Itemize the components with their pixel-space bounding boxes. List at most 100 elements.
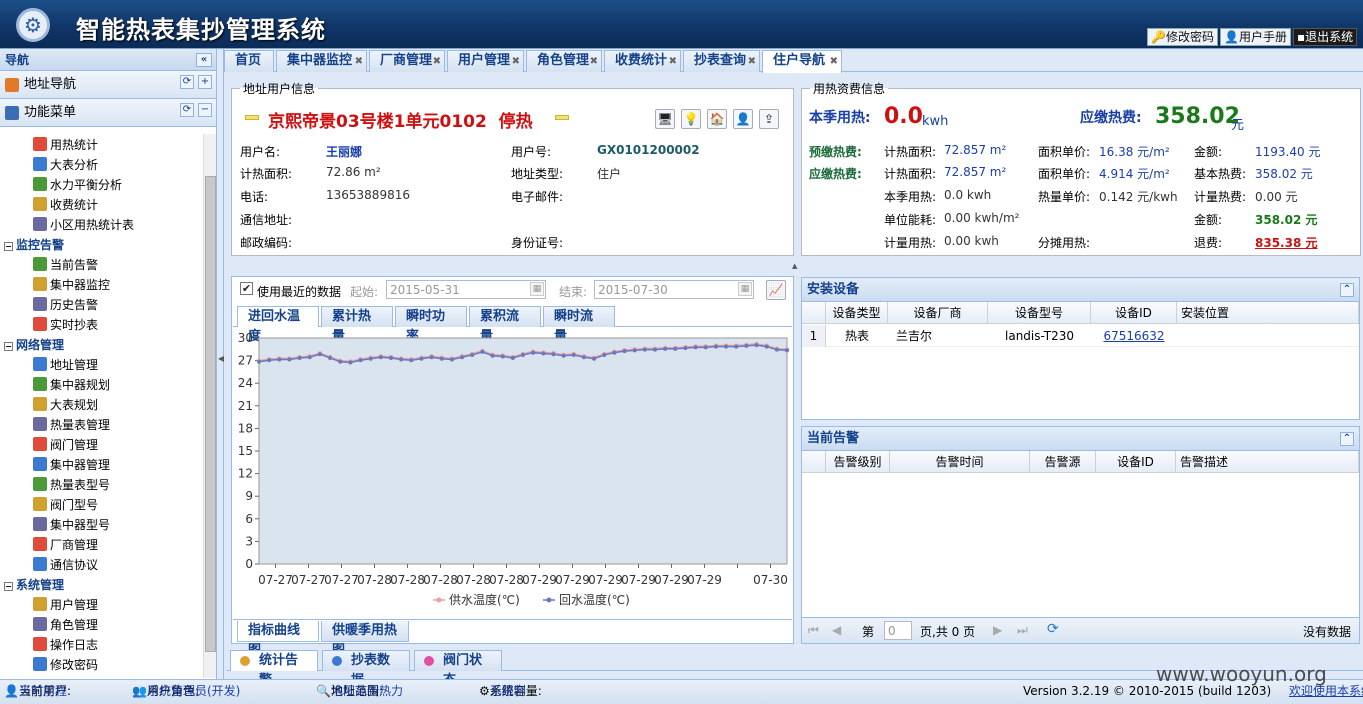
change-password-button[interactable]: 🔑修改密码: [1147, 28, 1218, 46]
chart-bottom-tab-0[interactable]: 指标曲线图: [237, 621, 319, 658]
menu-system-0[interactable]: 用户管理: [33, 595, 98, 615]
chart-bottom-tab-1[interactable]: 供暖季用热图: [321, 621, 409, 658]
refresh-icon[interactable]: ⟳: [1047, 621, 1059, 637]
menu-network-2[interactable]: 大表规划: [33, 395, 98, 415]
calendar-icon[interactable]: ▦: [530, 282, 544, 296]
close-icon[interactable]: ✖: [748, 52, 756, 72]
menu-network-6[interactable]: 热量表型号: [33, 475, 110, 495]
menu-network-1[interactable]: 集中器规划: [33, 375, 110, 395]
chart-tab-0[interactable]: 进回水温度: [237, 306, 319, 344]
tab-5[interactable]: 收费统计 ✖: [604, 50, 681, 72]
bulb-icon[interactable]: 💡: [681, 109, 701, 129]
collapse-icon[interactable]: ⌃: [1340, 283, 1354, 297]
table-row[interactable]: 1 热表 兰吉尔 landis-T230 67516632: [802, 325, 1359, 347]
expand-icon[interactable]: +: [198, 75, 212, 89]
person-icon[interactable]: 👤: [733, 109, 753, 129]
close-icon[interactable]: ✖: [355, 52, 363, 72]
chart-icon[interactable]: 📈: [766, 280, 786, 300]
menu-system-3[interactable]: 修改密码: [33, 655, 98, 675]
menu-system-1[interactable]: 角色管理: [33, 615, 98, 635]
menu-network-9[interactable]: 厂商管理: [33, 535, 98, 555]
menu-network-5[interactable]: 集中器管理: [33, 455, 110, 475]
chart-tab-4[interactable]: 瞬时流量: [543, 306, 615, 344]
splitter[interactable]: ◀: [217, 49, 224, 679]
menu-monitor-3[interactable]: 实时抄表: [33, 315, 98, 335]
group-network[interactable]: − 网络管理: [4, 335, 64, 355]
close-icon[interactable]: ✖: [590, 52, 598, 72]
tab-6[interactable]: 抄表查询 ✖: [683, 50, 760, 72]
first-page-icon[interactable]: ⏮: [808, 623, 819, 638]
user-manual-button[interactable]: 👤用户手册: [1220, 28, 1291, 46]
computer-icon[interactable]: 🖥: [655, 109, 675, 129]
menu-item-3[interactable]: 收费统计: [33, 195, 98, 215]
close-icon[interactable]: ✖: [433, 52, 441, 72]
chart-tab-1[interactable]: 累计热量: [321, 306, 393, 344]
alarms-col-1[interactable]: 告警时间: [890, 451, 1030, 473]
refresh-icon[interactable]: ⟳: [180, 103, 194, 117]
menu-network-10[interactable]: 通信协议: [33, 555, 98, 575]
page-input[interactable]: [884, 621, 912, 640]
calendar-icon[interactable]: ▦: [738, 282, 752, 296]
menu-system-2[interactable]: 操作日志: [33, 635, 98, 655]
chart-tab-2[interactable]: 瞬时功率: [395, 306, 467, 344]
logout-button[interactable]: ▪退出系统: [1293, 28, 1358, 46]
menu-network-0[interactable]: 地址管理: [33, 355, 98, 375]
menu-item-2[interactable]: 水力平衡分析: [33, 175, 122, 195]
devices-col-3[interactable]: 设备ID: [1091, 302, 1177, 324]
alarms-col-0[interactable]: 告警级别: [826, 451, 890, 473]
address-nav-section[interactable]: 地址导航 ⟳ +: [0, 71, 216, 99]
scroll-thumb[interactable]: [205, 176, 216, 652]
tab-7[interactable]: 住户导航 ✖: [762, 50, 842, 73]
menu-network-8[interactable]: 集中器型号: [33, 515, 110, 535]
tab-3[interactable]: 用户管理 ✖: [447, 50, 524, 72]
collapse-icon[interactable]: ⌃: [1340, 432, 1354, 446]
menu-network-4[interactable]: 阀门管理: [33, 435, 98, 455]
collapse-icon[interactable]: −: [4, 242, 13, 251]
tab-0[interactable]: 首页: [224, 50, 274, 72]
end-date-input[interactable]: [594, 280, 754, 299]
close-icon[interactable]: ✖: [830, 52, 838, 72]
collapse-icon[interactable]: −: [4, 342, 13, 351]
use-recent-checkbox[interactable]: ✔: [240, 282, 253, 295]
menu-monitor-2[interactable]: 历史告警: [33, 295, 98, 315]
close-icon[interactable]: ✖: [669, 52, 677, 72]
menu-item-1[interactable]: 大表分析: [33, 155, 98, 175]
menu-network-3[interactable]: 热量表管理: [33, 415, 110, 435]
bottom-tab-2[interactable]: 阀门状态: [414, 650, 502, 688]
alarms-col-3[interactable]: 设备ID: [1096, 451, 1176, 473]
close-icon[interactable]: ✖: [512, 52, 520, 72]
menu-item-0[interactable]: 用热统计: [33, 135, 98, 155]
bottom-tab-1[interactable]: 抄表数据: [322, 650, 410, 688]
collapse-up-icon[interactable]: ▲: [792, 262, 797, 270]
tab-4[interactable]: 角色管理 ✖: [526, 50, 602, 72]
tab-2[interactable]: 厂商管理 ✖: [369, 50, 445, 72]
house-icon[interactable]: 🏠: [707, 109, 727, 129]
collapse-icon[interactable]: −: [4, 582, 13, 591]
tab-1[interactable]: 集中器监控 ✖: [276, 50, 367, 72]
last-page-icon[interactable]: ⏭: [1017, 623, 1028, 638]
device-id[interactable]: 67516632: [1091, 325, 1177, 347]
export-icon[interactable]: ⇪: [759, 109, 779, 129]
devices-col-2[interactable]: 设备型号: [988, 302, 1091, 324]
menu-monitor-0[interactable]: 当前告警: [33, 255, 98, 275]
devices-col-0[interactable]: 设备类型: [826, 302, 888, 324]
alarms-col-4[interactable]: 告警描述: [1176, 451, 1359, 473]
menu-item-4[interactable]: 小区用热统计表: [33, 215, 134, 235]
bottom-tab-0[interactable]: 统计告警: [230, 650, 318, 688]
prev-page-icon[interactable]: ◀: [832, 623, 841, 637]
alarms-col-2[interactable]: 告警源: [1030, 451, 1096, 473]
start-date-input[interactable]: [386, 280, 546, 299]
devices-col-4[interactable]: 安装位置: [1177, 302, 1359, 324]
next-page-icon[interactable]: ▶: [993, 623, 1002, 637]
chart-tab-3[interactable]: 累积流量: [469, 306, 541, 344]
group-monitor-alarm[interactable]: − 监控告警: [4, 235, 64, 255]
devices-col-1[interactable]: 设备厂商: [888, 302, 988, 324]
collapse-icon[interactable]: «: [196, 53, 212, 67]
menu-monitor-1[interactable]: 集中器监控: [33, 275, 110, 295]
refresh-icon[interactable]: ⟳: [180, 75, 194, 89]
nav-scrollbar[interactable]: [203, 134, 216, 678]
menu-network-7[interactable]: 阀门型号: [33, 495, 98, 515]
function-menu-section[interactable]: 功能菜单 ⟳ −: [0, 99, 216, 127]
group-system[interactable]: − 系统管理: [4, 575, 64, 595]
collapse-section-icon[interactable]: −: [198, 103, 212, 117]
